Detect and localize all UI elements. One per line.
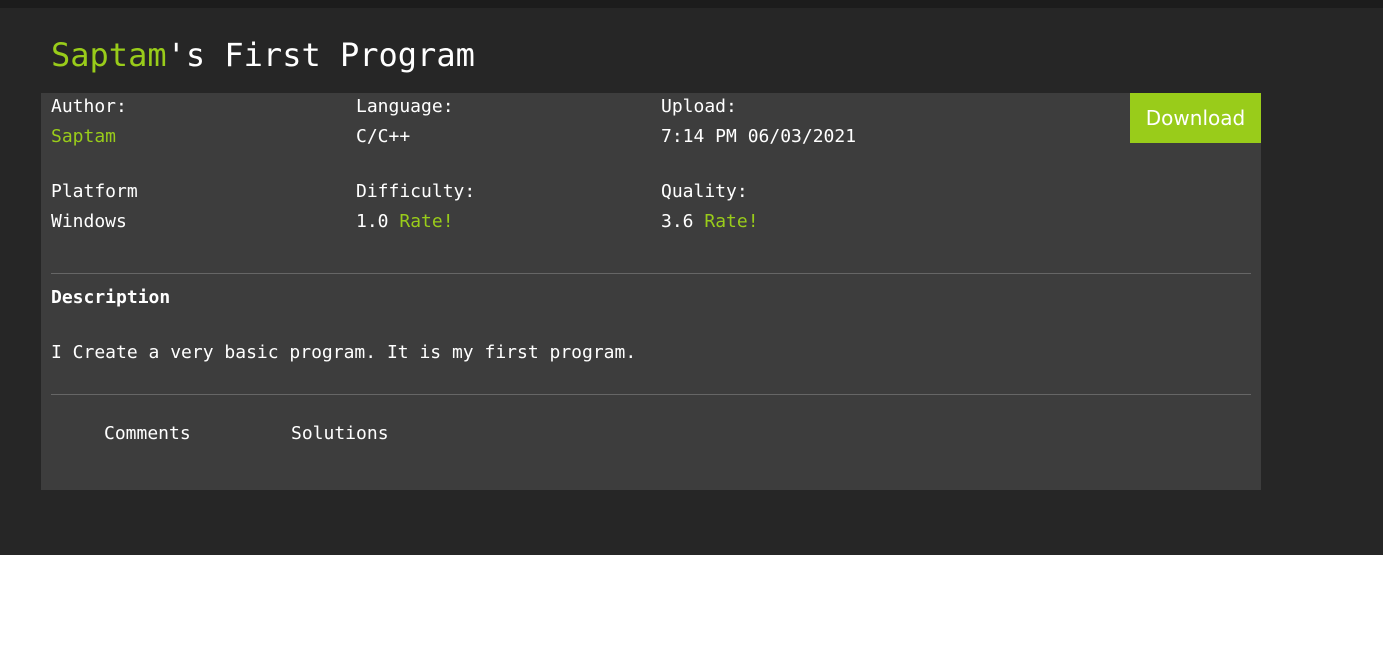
language-label: Language: [356,96,454,117]
difficulty-label: Difficulty: [356,181,476,202]
difficulty-value: 1.0 [356,211,389,232]
author-link[interactable]: Saptam [51,126,116,148]
program-page: Saptam's First Program Author: Saptam La… [0,8,1383,555]
tab-comments[interactable]: Comments [104,423,191,445]
platform-value: Windows [51,211,127,232]
difficulty-row: 1.0 Rate! [356,211,454,233]
upload-label: Upload: [661,96,737,117]
quality-value: 3.6 [661,211,694,232]
upload-value: 7:14 PM 06/03/2021 [661,126,857,147]
quality-row: 3.6 Rate! [661,211,759,233]
page-title: Saptam's First Program [51,35,475,75]
program-details-card: Author: Saptam Language: C/C++ Upload: 7… [41,93,1261,490]
description-text: I Create a very basic program. It is my … [51,342,637,363]
quality-label: Quality: [661,181,748,202]
divider-bottom [51,394,1251,395]
title-author-link[interactable]: Saptam [51,36,167,74]
title-text: 's First Program [166,36,475,74]
top-bar [0,0,1383,8]
platform-label: Platform [51,181,138,202]
author-label: Author: [51,96,127,117]
download-button[interactable]: Download [1130,93,1261,143]
description-heading: Description [51,287,171,308]
quality-rate-link[interactable]: Rate! [704,211,758,232]
tab-solutions[interactable]: Solutions [291,423,389,445]
difficulty-rate-link[interactable]: Rate! [399,211,453,232]
divider-top [51,273,1251,274]
language-value: C/C++ [356,126,411,147]
